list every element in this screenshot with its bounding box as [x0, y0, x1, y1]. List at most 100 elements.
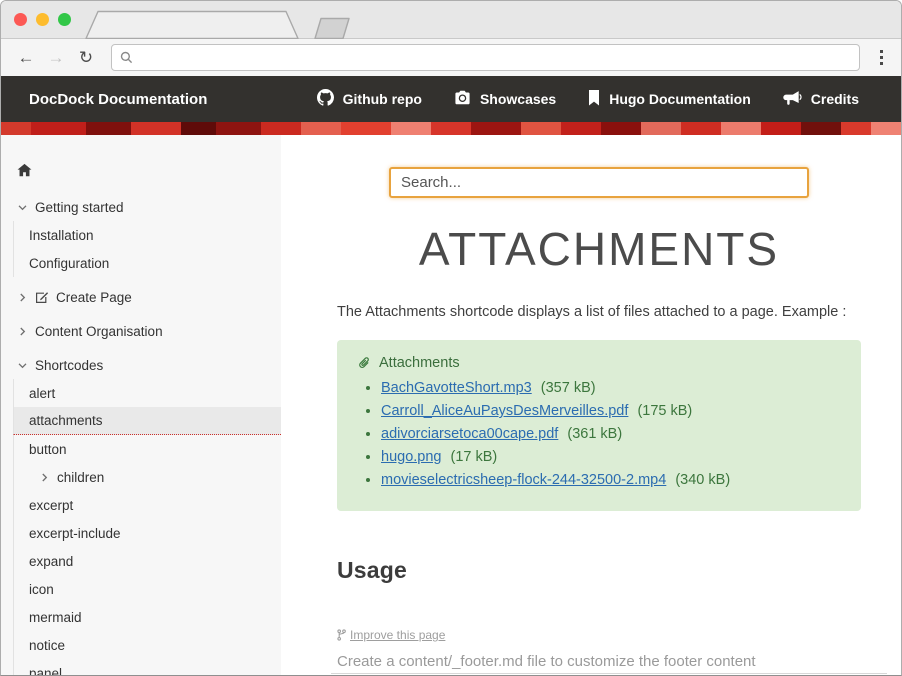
new-tab-button[interactable] — [315, 19, 349, 39]
reload-button[interactable]: ↻ — [73, 45, 99, 71]
nav-link[interactable]: Hugo Documentation — [588, 90, 751, 109]
attachment-list-item: adivorciarsetoca00cape.pdf (361 kB) — [381, 426, 841, 442]
sidebar-item[interactable]: icon — [13, 575, 281, 603]
sidebar-item[interactable]: button — [13, 435, 281, 463]
browser-tab-strip — [1, 1, 901, 39]
site-search-input[interactable] — [389, 167, 809, 198]
attachment-size: (357 kB) — [541, 380, 596, 396]
sidebar-item-label: Installation — [29, 228, 94, 243]
sidebar-item-label: excerpt-include — [29, 526, 121, 541]
attachment-size: (340 kB) — [675, 472, 730, 488]
main-content: ATTACHMENTS The Attachments shortcode di… — [281, 135, 901, 676]
nav-link-label: Credits — [811, 91, 859, 107]
search-icon — [120, 51, 133, 64]
home-icon[interactable] — [17, 163, 32, 177]
attachments-panel-title: Attachments — [379, 355, 460, 371]
chevron-right-icon — [39, 472, 50, 483]
sidebar-item[interactable]: Installation — [13, 221, 281, 249]
close-window-button[interactable] — [14, 13, 27, 26]
forward-button[interactable]: → — [43, 45, 69, 71]
zoom-window-button[interactable] — [58, 13, 71, 26]
attachment-size: (175 kB) — [637, 403, 692, 419]
sidebar-item[interactable]: attachments — [13, 407, 281, 435]
sidebar-item-label: excerpt — [29, 498, 73, 513]
sidebar-item-label: alert — [29, 386, 55, 401]
back-button[interactable]: ← — [13, 45, 39, 71]
paperclip-icon — [357, 356, 372, 371]
window-controls — [14, 13, 71, 26]
sidebar-item-label: panel — [29, 666, 62, 676]
address-input[interactable] — [139, 50, 851, 65]
sidebar-nav: Getting started Installation Configu — [1, 193, 281, 676]
chevron-right-icon — [17, 292, 28, 303]
intro-paragraph: The Attachments shortcode displays a lis… — [337, 304, 861, 320]
attachment-size: (361 kB) — [567, 426, 622, 442]
nav-link[interactable]: Github repo — [317, 89, 422, 109]
github-icon — [317, 89, 334, 109]
address-bar[interactable] — [111, 44, 860, 71]
sidebar-item[interactable]: mermaid — [13, 603, 281, 631]
main-nav: Github repo Showcases — [317, 89, 901, 109]
chevron-right-icon — [17, 326, 28, 337]
sidebar-item[interactable]: panel — [13, 659, 281, 676]
usage-heading: Usage — [337, 557, 861, 584]
git-fork-icon — [337, 629, 346, 641]
sidebar-item[interactable]: Create Page — [1, 283, 281, 311]
page-title: ATTACHMENTS — [337, 222, 861, 276]
sidebar-item-label: Getting started — [35, 200, 124, 215]
attachment-link[interactable]: movieselectricsheep-flock-244-32500-2.mp… — [381, 472, 666, 488]
browser-menu-button[interactable] — [874, 46, 889, 69]
camera-icon — [454, 90, 471, 108]
nav-link[interactable]: Showcases — [454, 90, 556, 108]
sidebar-item[interactable]: alert — [13, 379, 281, 407]
attachment-list-item: movieselectricsheep-flock-244-32500-2.mp… — [381, 472, 841, 488]
sidebar-item[interactable]: Configuration — [13, 249, 281, 277]
attachments-list: BachGavotteShort.mp3 (357 kB) Carroll_Al… — [357, 380, 841, 488]
sidebar-item[interactable]: Content Organisation — [1, 317, 281, 345]
chevron-down-icon — [17, 360, 28, 371]
sidebar-item-label: children — [57, 470, 104, 485]
sidebar-item[interactable]: excerpt-include — [13, 519, 281, 547]
sidebar-item[interactable]: notice — [13, 631, 281, 659]
sidebar-item-label: button — [29, 442, 67, 457]
sidebar-item-label: Shortcodes — [35, 358, 103, 373]
minimize-window-button[interactable] — [36, 13, 49, 26]
attachment-link[interactable]: adivorciarsetoca00cape.pdf — [381, 426, 558, 442]
improve-page-link[interactable]: Improve this page — [337, 628, 445, 642]
chevron-down-icon — [17, 202, 28, 213]
improve-page-label: Improve this page — [350, 628, 445, 642]
attachment-link[interactable]: BachGavotteShort.mp3 — [381, 380, 532, 396]
nav-link-label: Hugo Documentation — [609, 91, 751, 107]
footer-divider — [331, 673, 887, 674]
sidebar-item[interactable]: expand — [13, 547, 281, 575]
attachment-list-item: hugo.png (17 kB) — [381, 449, 841, 465]
edit-icon — [35, 291, 49, 304]
sidebar-item[interactable]: children — [13, 463, 281, 491]
footer-note: Create a content/_footer.md file to cust… — [337, 653, 861, 670]
sidebar-item-label: icon — [29, 582, 54, 597]
sidebar-item-label: mermaid — [29, 610, 82, 625]
sidebar-item-label: notice — [29, 638, 65, 653]
sidebar-item-label: attachments — [29, 413, 103, 428]
megaphone-icon — [783, 90, 802, 109]
nav-link-label: Github repo — [343, 91, 422, 107]
attachment-size: (17 kB) — [451, 449, 498, 465]
browser-tab[interactable] — [73, 10, 373, 39]
nav-link[interactable]: Credits — [783, 90, 859, 109]
attachment-link[interactable]: hugo.png — [381, 449, 441, 465]
sidebar-item-label: Configuration — [29, 256, 109, 271]
sidebar-item[interactable]: excerpt — [13, 491, 281, 519]
site-header: DocDock Documentation Github repo — [1, 76, 901, 122]
attachment-link[interactable]: Carroll_AliceAuPaysDesMerveilles.pdf — [381, 403, 628, 419]
theme-banner-image — [1, 122, 901, 135]
site-title[interactable]: DocDock Documentation — [1, 91, 207, 108]
attachment-list-item: Carroll_AliceAuPaysDesMerveilles.pdf (17… — [381, 403, 841, 419]
bookmark-icon — [588, 90, 600, 109]
sidebar-item-label: expand — [29, 554, 73, 569]
attachment-list-item: BachGavotteShort.mp3 (357 kB) — [381, 380, 841, 396]
nav-link-label: Showcases — [480, 91, 556, 107]
sidebar-item[interactable]: Shortcodes — [1, 351, 281, 379]
active-tab-shape[interactable] — [86, 12, 298, 39]
sidebar-item[interactable]: Getting started — [1, 193, 281, 221]
sidebar-item-label: Create Page — [56, 290, 132, 305]
